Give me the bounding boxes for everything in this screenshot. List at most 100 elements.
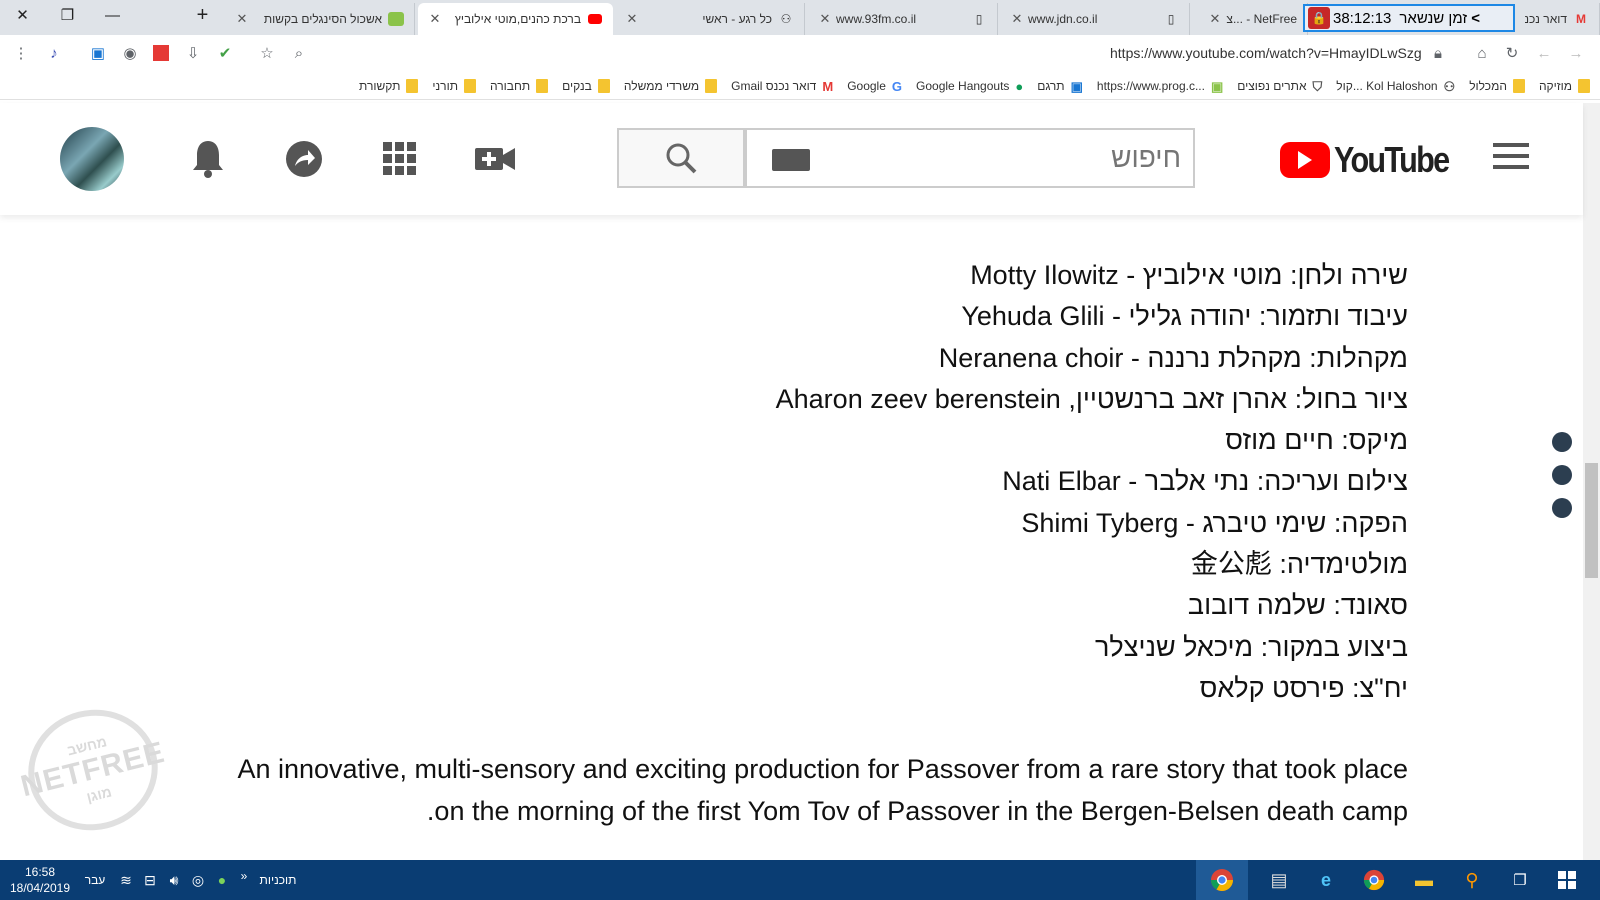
restore-window-button[interactable]: ❐ <box>45 0 90 30</box>
bookmarks-bar: מוזיקה המכלול ⚇ קול... Kol Haloshon ⛉ אתרי… <box>0 72 1600 100</box>
translate-icon: ▣ <box>1070 78 1083 94</box>
bookmark-media[interactable]: תקשורת <box>359 78 419 93</box>
reload-icon[interactable]: ↻ <box>1502 43 1522 63</box>
bookmark-gmail[interactable]: M Gmail דואר נכנס <box>731 78 834 94</box>
side-dots-widget[interactable] <box>1552 432 1572 531</box>
bookmark-prog[interactable]: ▣ https://www.prog.c... <box>1097 79 1223 94</box>
close-tab-icon[interactable]: ✕ <box>235 11 249 27</box>
tab-jdn[interactable]: ▯ www.jdn.co.il ✕ <box>1000 3 1190 35</box>
browser-chrome: ✕ ❐ — + אשכול הסינגלים בקשות ✕ ברכת כהני… <box>0 0 1600 103</box>
bookmark-star-icon[interactable]: ☆ <box>257 43 277 63</box>
gmail-icon: M <box>1576 12 1586 26</box>
check-extension-icon[interactable]: ✔ <box>215 43 235 63</box>
bookmark-hamichlol[interactable]: המכלול <box>1469 78 1525 93</box>
scrollbar-thumb[interactable] <box>1585 463 1598 578</box>
tab-strip: ✕ ❐ — + אשכול הסינגלים בקשות ✕ ברכת כהני… <box>0 0 1600 35</box>
tab-singles-forum[interactable]: אשכול הסינגלים בקשות ✕ <box>225 3 415 35</box>
page-icon: ▯ <box>975 12 983 26</box>
back-icon[interactable]: → <box>1566 43 1586 63</box>
programs-toolbar[interactable]: תוכניות <box>248 866 308 894</box>
close-tab-icon[interactable]: ✕ <box>1208 11 1222 27</box>
english-description: An innovative, multi-sensory and excitin… <box>237 754 1408 826</box>
lock-icon: 🔒 <box>1308 7 1330 29</box>
chrome-taskbar-icon[interactable] <box>1196 860 1248 900</box>
credit-line: ביצוע במקור: מיכאל שניצלר <box>1095 631 1408 662</box>
google-icon: G <box>891 78 903 94</box>
folder-icon <box>536 78 549 93</box>
close-tab-icon[interactable]: ✕ <box>1010 11 1024 27</box>
credit-line: יח"צ: פירסט קלאס <box>1199 672 1408 703</box>
red-extension-icon[interactable] <box>151 43 171 63</box>
extension-icon[interactable]: ◉ <box>120 43 140 63</box>
search-button[interactable] <box>617 128 745 188</box>
windows-start-icon[interactable] <box>1553 866 1581 894</box>
menu-dots-icon[interactable]: ⋮ <box>11 43 31 63</box>
edge-icon[interactable]: e <box>1312 866 1340 894</box>
netfree-timer: 🔒 38:12:13 זמן שנשאר < <box>1303 4 1515 32</box>
folder-icon <box>597 78 610 93</box>
notifications-bell-icon[interactable] <box>188 139 228 179</box>
language-indicator[interactable]: עבר <box>80 866 110 894</box>
bookmark-transport[interactable]: תחבורה <box>490 78 549 93</box>
user-avatar[interactable] <box>60 127 124 191</box>
task-view-icon[interactable]: ❐ <box>1506 866 1534 894</box>
close-tab-icon[interactable]: ✕ <box>818 11 832 27</box>
youtube-logo[interactable]: YouTube <box>1280 139 1469 181</box>
bookmark-kol-haloshon[interactable]: ⚇ קול... Kol Haloshon <box>1336 79 1455 94</box>
zoom-icon[interactable]: ⌕ <box>289 43 309 63</box>
video-description: שירה ולחן: מוטי אילוביץ - Motty Ilowitz … <box>190 255 1408 832</box>
download-extension-icon[interactable]: ⇩ <box>183 43 203 63</box>
apps-grid-icon[interactable] <box>380 139 420 179</box>
secure-lock-icon: 🔒︎ <box>1434 44 1442 62</box>
notepad-icon[interactable]: ▤ <box>1265 866 1293 894</box>
page-icon: ▯ <box>1167 12 1175 26</box>
folder-icon <box>1512 78 1525 93</box>
bookmark-music[interactable]: מוזיקה <box>1539 78 1590 93</box>
youtube-header: YouTube <box>0 103 1583 215</box>
netfree-watermark-logo: מחשב NETFREE מוגן <box>15 696 171 844</box>
search-box[interactable] <box>745 128 1195 188</box>
close-window-button[interactable]: ✕ <box>0 0 45 30</box>
bookmark-common-sites[interactable]: ⛉ אתרים נפוצים <box>1237 78 1323 94</box>
extension-music-icon[interactable]: ♪ <box>44 43 64 63</box>
minimize-window-button[interactable]: — <box>90 0 135 30</box>
tab-youtube-active[interactable]: ברכת כהנים,מוטי אילוביץ ✕ <box>418 3 613 35</box>
bookmark-translate[interactable]: ▣ תרגם <box>1037 78 1083 94</box>
tab-gmail[interactable]: M דואר נכנ <box>1515 3 1600 35</box>
bookmark-government[interactable]: משרדי ממשלה <box>624 78 718 93</box>
bookmark-torani[interactable]: תורני <box>432 78 476 93</box>
close-tab-icon[interactable]: ✕ <box>428 11 442 27</box>
shield-icon: ⛉ <box>1312 78 1323 94</box>
close-tab-icon[interactable]: ✕ <box>625 11 639 27</box>
tab-93fm[interactable]: ▯ www.93fm.co.il ✕ <box>808 3 998 35</box>
credit-line: ציור בחול: אהרן זאב ברנשטיין, Aharon zee… <box>775 383 1408 414</box>
gmail-icon: M <box>822 78 834 94</box>
page-scrollbar[interactable] <box>1583 103 1600 860</box>
home-icon[interactable]: ⌂ <box>1472 43 1492 63</box>
hamburger-menu-icon[interactable] <box>1493 143 1529 169</box>
create-video-icon[interactable] <box>475 139 515 179</box>
translate-icon[interactable]: ▣ <box>88 43 108 63</box>
bookmark-banks[interactable]: בנקים <box>562 78 610 93</box>
bookmark-google[interactable]: G Google <box>847 78 903 94</box>
folder-icon <box>463 78 476 93</box>
youtube-play-icon <box>1280 142 1330 178</box>
file-explorer-icon[interactable]: ▬ <box>1410 866 1438 894</box>
forward-icon[interactable]: ← <box>1534 43 1554 63</box>
credit-line: מיקס: חיים מוזס <box>1225 425 1408 456</box>
credit-line: סאונד: שלמה דובוב <box>1187 590 1408 621</box>
new-tab-button[interactable]: + <box>180 0 225 30</box>
credit-line: עיבוד ותזמור: יהודה גלילי - Yehuda Glili <box>961 301 1408 332</box>
bookmark-hangouts[interactable]: ● Google Hangouts <box>916 79 1023 94</box>
chrome-icon[interactable] <box>1360 866 1388 894</box>
tab-kol-rega[interactable]: ⚇ כל רגע - ראשי ✕ <box>615 3 805 35</box>
search-icon[interactable]: ⚲ <box>1458 866 1486 894</box>
search-input[interactable] <box>893 142 1193 174</box>
url-field[interactable]: https://www.youtube.com/watch?v=HmayIDLw… <box>1110 45 1422 61</box>
folder-icon <box>1578 78 1590 93</box>
tab-netfree[interactable]: NetFree - ...ציים ✕ <box>1198 3 1308 35</box>
share-icon[interactable] <box>284 139 324 179</box>
keyboard-icon[interactable] <box>772 149 810 171</box>
folder-icon <box>705 78 718 93</box>
taskbar-clock[interactable]: 16:58 18/04/2019 <box>8 864 72 896</box>
